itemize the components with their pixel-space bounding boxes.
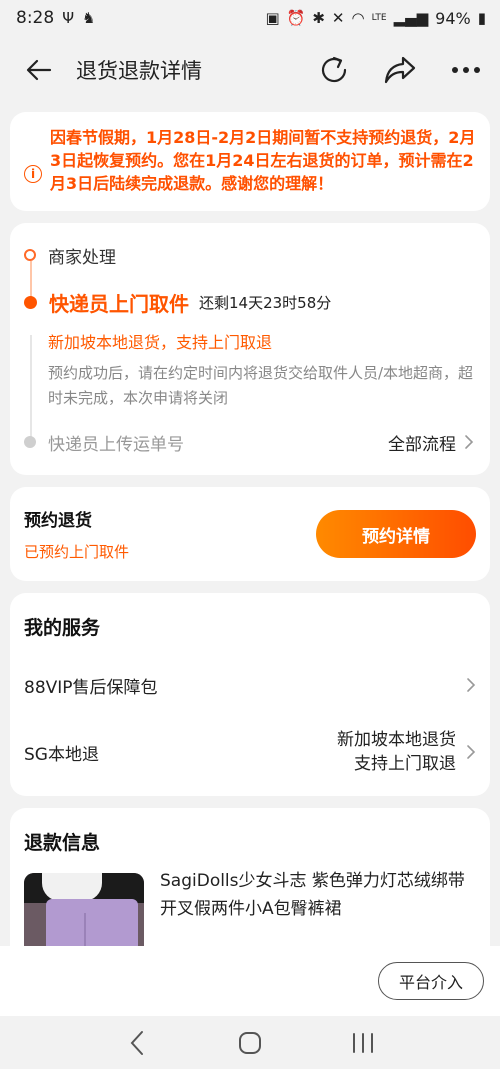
bottom-action-bar: 平台介入 bbox=[0, 946, 500, 1016]
nav-back-button[interactable] bbox=[117, 1023, 157, 1063]
service-label: SG本地退 bbox=[24, 744, 99, 765]
service-value: 新加坡本地退货 支持上门取退 bbox=[337, 728, 456, 776]
chevron-right-icon bbox=[465, 435, 474, 449]
battery-icon: ▮ bbox=[477, 8, 486, 27]
product-image bbox=[24, 873, 144, 948]
timeline-step-label: 商家处理 bbox=[48, 247, 116, 268]
antenna-icon: Ψ bbox=[62, 8, 74, 27]
countdown-text: 还剩14天23时58分 bbox=[199, 293, 332, 312]
refund-progress-timeline: 商家处理 快递员上门取件 还剩14天23时58分 新加坡本地退货，支持上门取退 … bbox=[10, 223, 490, 475]
step-active-dot bbox=[24, 295, 37, 309]
share-icon bbox=[384, 56, 416, 84]
chevron-right-icon bbox=[467, 678, 476, 692]
battery-level: 94% bbox=[435, 8, 471, 28]
wifi-icon: ◠ bbox=[351, 8, 365, 27]
system-navigation-bar bbox=[0, 1016, 500, 1069]
network-label: LTE bbox=[371, 12, 387, 23]
status-time: 8:28 bbox=[16, 8, 55, 28]
nav-back-icon bbox=[130, 1030, 143, 1055]
timeline-step-merchant: 商家处理 bbox=[24, 243, 474, 268]
booking-details-button[interactable]: 预约详情 bbox=[316, 510, 476, 558]
platform-intervention-button[interactable]: 平台介入 bbox=[378, 962, 484, 1000]
product-item[interactable]: SagiDolls少女斗志 紫色弹力灯芯绒绑带开叉假两件小A包臀裤裙 bbox=[24, 871, 476, 948]
active-step-title: 快递员上门取件 bbox=[49, 291, 189, 316]
service-item-vip[interactable]: 88VIP售后保障包 bbox=[24, 670, 476, 700]
pending-step-label: 快递员上传运单号 bbox=[48, 434, 184, 455]
alarm-icon: ⏰ bbox=[286, 8, 306, 27]
mute-icon: ✕ bbox=[331, 8, 345, 27]
refresh-icon bbox=[321, 56, 347, 83]
active-step-subtitle: 新加坡本地退货，支持上门取退 bbox=[48, 333, 273, 352]
timeline-step-tracking: 快递员上传运单号 全部流程 bbox=[24, 429, 474, 455]
services-title: 我的服务 bbox=[24, 617, 101, 639]
step-done-dot bbox=[24, 249, 36, 261]
step-pending-dot bbox=[24, 436, 36, 448]
back-button[interactable] bbox=[22, 53, 56, 87]
holiday-notice: i 因春节假期，1月28日-2月2日期间暂不支持预约退货，2月3日起恢复预约。您… bbox=[10, 112, 490, 211]
service-item-sg-return[interactable]: SG本地退 新加坡本地退货 支持上门取退 bbox=[24, 726, 476, 778]
refund-title: 退款信息 bbox=[24, 832, 101, 854]
booking-status: 已预约上门取件 bbox=[24, 543, 130, 561]
product-name: SagiDolls少女斗志 紫色弹力灯芯绒绑带开叉假两件小A包臀裤裙 bbox=[160, 871, 465, 919]
booking-label: 预约退货 bbox=[24, 511, 92, 531]
chevron-right-icon bbox=[467, 745, 476, 759]
service-label: 88VIP售后保障包 bbox=[24, 677, 158, 698]
page-header: 退货退款详情 bbox=[0, 36, 500, 104]
my-services-card: 我的服务 88VIP售后保障包 SG本地退 新加坡本地退货 支持上门取退 bbox=[10, 593, 490, 796]
page-title: 退货退款详情 bbox=[76, 59, 202, 83]
share-button[interactable] bbox=[382, 52, 418, 88]
info-icon: i bbox=[24, 165, 42, 183]
notice-text: 因春节假期，1月28日-2月2日期间暂不支持预约退货，2月3日起恢复预约。您在1… bbox=[50, 128, 476, 193]
status-bar: 8:28 Ψ ♞ ▣ ⏰ ✱ ✕ ◠ LTE ▂▄▆ 94% ▮ bbox=[0, 0, 500, 36]
refund-info-card: 退款信息 SagiDolls少女斗志 紫色弹力灯芯绒绑带开叉假两件小A包臀裤裙 bbox=[10, 808, 490, 948]
lock-icon: ▣ bbox=[265, 8, 280, 27]
bluetooth-icon: ✱ bbox=[312, 8, 325, 27]
back-arrow-icon bbox=[26, 59, 52, 81]
more-button[interactable] bbox=[448, 52, 484, 88]
app-notification-icon: ♞ bbox=[82, 8, 96, 27]
signal-icon: ▂▄▆ bbox=[393, 8, 429, 27]
nav-recents-icon bbox=[353, 1032, 374, 1053]
refresh-button[interactable] bbox=[316, 52, 352, 88]
service-value-line1: 新加坡本地退货 bbox=[337, 730, 456, 750]
nav-recents-button[interactable] bbox=[343, 1023, 383, 1063]
timeline-step-active: 快递员上门取件 还剩14天23时58分 bbox=[24, 285, 474, 319]
more-icon bbox=[452, 67, 480, 73]
service-value-line2: 支持上门取退 bbox=[354, 754, 456, 774]
nav-home-icon bbox=[238, 1031, 261, 1054]
nav-home-button[interactable] bbox=[230, 1023, 270, 1063]
active-step-description: 预约成功后，请在约定时间内将退货交给取件人员/本地超商，超时未完成，本次申请将关… bbox=[48, 364, 474, 407]
all-flow-label: 全部流程 bbox=[388, 434, 456, 455]
all-flow-link[interactable]: 全部流程 bbox=[388, 430, 474, 455]
timeline-connector-pending bbox=[30, 335, 32, 443]
return-booking-card: 预约退货 已预约上门取件 预约详情 bbox=[10, 487, 490, 581]
